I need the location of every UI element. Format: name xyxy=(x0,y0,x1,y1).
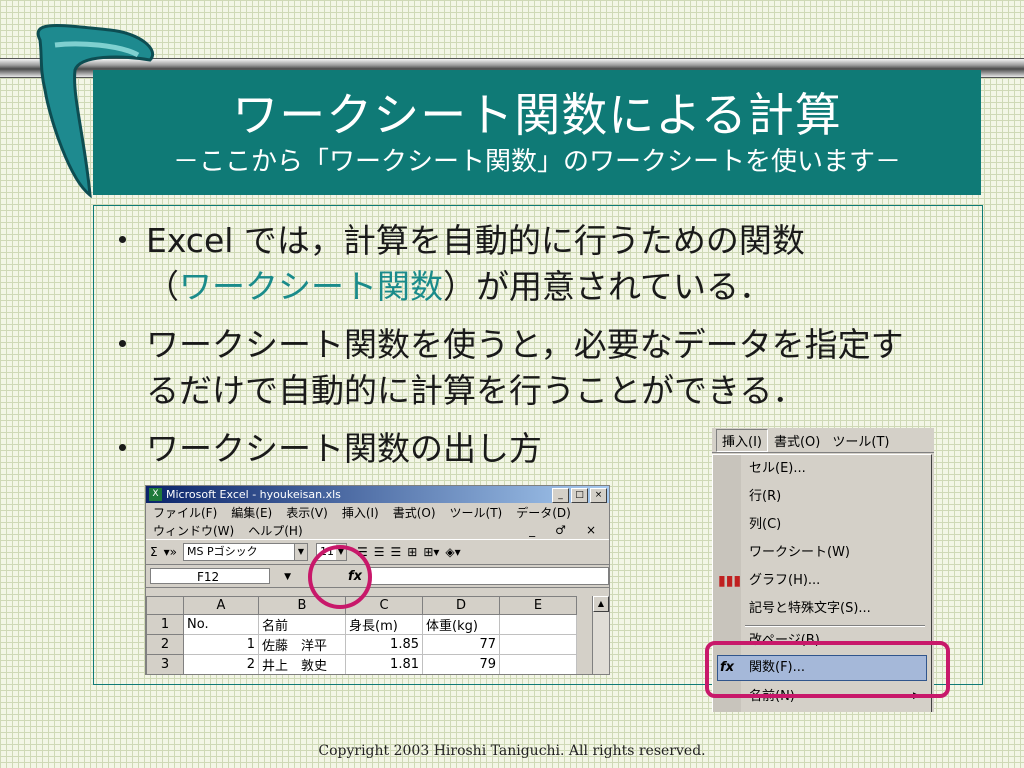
vertical-scrollbar[interactable]: ▲ xyxy=(592,596,609,674)
copyright-footer: Copyright 2003 Hiroshi Taniguchi. All ri… xyxy=(318,743,706,759)
chevron-down-icon[interactable]: ▾» xyxy=(164,545,177,559)
align-center-icon[interactable]: ☰ xyxy=(374,545,385,559)
menu-data[interactable]: データ(D) xyxy=(509,504,578,521)
excel-app-icon: X xyxy=(149,488,162,501)
cell[interactable]: 2 xyxy=(183,654,259,674)
scroll-up-icon[interactable]: ▲ xyxy=(593,596,609,612)
cell[interactable]: 79 xyxy=(422,654,500,674)
row-header[interactable]: 2 xyxy=(146,634,184,655)
menu-item-columns[interactable]: 列(C) xyxy=(749,513,781,537)
select-all-corner[interactable] xyxy=(146,596,184,615)
fill-color-icon[interactable]: ◈▾ xyxy=(445,545,460,559)
row-header[interactable]: 3 xyxy=(146,654,184,674)
cell[interactable]: 佐藤 洋平 xyxy=(258,634,346,655)
highlight-term: ワークシート関数 xyxy=(179,267,443,306)
insert-menubar: 挿入(I) 書式(O) ツール(T) xyxy=(712,428,934,453)
menu-view[interactable]: 表示(V) xyxy=(279,504,335,521)
menu-help[interactable]: ヘルプ(H) xyxy=(241,522,309,539)
table-row: 3 2 井上 敦史 1.81 79 xyxy=(146,654,577,674)
cell[interactable]: 1.81 xyxy=(345,654,423,674)
menu-tools[interactable]: ツール(T) xyxy=(443,504,510,521)
minimize-button[interactable]: _ xyxy=(552,488,569,503)
doc-minimize-button[interactable]: _ xyxy=(522,523,542,537)
formula-bar: F12 ▼ fx xyxy=(146,565,609,588)
cell[interactable]: No. xyxy=(183,614,259,635)
chart-icon: ▮▮▮ xyxy=(718,573,742,589)
cell[interactable]: 体重(kg) xyxy=(422,614,500,635)
formatting-toolbar: Σ ▾» MS Pゴシック ▼ 11 ▼ ☰ ☰ ☰ ⊞ ⊞▾ ◈▾ xyxy=(146,539,609,565)
formula-input[interactable] xyxy=(368,567,609,585)
menu-file[interactable]: ファイル(F) xyxy=(146,504,224,521)
cell[interactable]: 77 xyxy=(422,634,500,655)
slide-subtitle: －ここから「ワークシート関数」のワークシートを使います－ xyxy=(172,147,901,177)
menu-format[interactable]: 書式(O) xyxy=(386,504,443,521)
bullet-2-line2: るだけで自動的に計算を行うことができる． xyxy=(146,371,806,410)
cell[interactable]: 1.85 xyxy=(345,634,423,655)
table-row: 1 No. 名前 身長(m) 体重(kg) xyxy=(146,614,577,635)
bullet-3-line1: ワークシート関数の出し方 xyxy=(146,429,542,468)
cell[interactable]: 1 xyxy=(183,634,259,655)
menu-item-chart[interactable]: グラフ(H)... xyxy=(749,569,820,593)
maximize-button[interactable]: □ xyxy=(571,488,588,503)
excel-window: X Microsoft Excel - hyoukeisan.xls _ □ ×… xyxy=(145,485,610,675)
worksheet-grid: A B C D E 1 No. 名前 身長(m) 体重(kg) 2 1 佐藤 洋… xyxy=(146,596,577,674)
bullet-2-line1: ワークシート関数を使うと，必要なデータを指定す xyxy=(146,325,904,364)
menu-edit[interactable]: 編集(E) xyxy=(224,504,279,521)
function-highlight-box xyxy=(705,641,950,698)
doc-close-button[interactable]: × xyxy=(579,523,603,537)
autosum-icon[interactable]: Σ xyxy=(150,545,158,559)
bullet-mark: ・ xyxy=(106,325,139,364)
menu-item-cells[interactable]: セル(E)... xyxy=(749,457,806,481)
menu-item-worksheet[interactable]: ワークシート(W) xyxy=(749,541,850,565)
menu-item-rows[interactable]: 行(R) xyxy=(749,485,781,509)
bullet-1-line1: Excel では，計算を自動的に行うための関数 xyxy=(146,221,805,260)
fx-highlight-circle xyxy=(308,545,372,609)
row-header[interactable]: 1 xyxy=(146,614,184,635)
font-name-select[interactable]: MS Pゴシック ▼ xyxy=(182,543,308,561)
doc-restore-button[interactable]: ♂ xyxy=(548,523,573,537)
cell[interactable] xyxy=(499,614,577,635)
column-header[interactable]: E xyxy=(499,596,577,615)
bullet-mark: ・ xyxy=(106,429,139,468)
menu-insert[interactable]: 挿入(I) xyxy=(335,504,386,521)
bullet-1-line2: （ワークシート関数）が用意されている． xyxy=(146,267,773,306)
menu-separator xyxy=(745,625,925,627)
cell[interactable] xyxy=(499,654,577,674)
menu-tools[interactable]: ツール(T) xyxy=(826,431,895,450)
merge-center-icon[interactable]: ⊞ xyxy=(407,545,417,559)
cell[interactable] xyxy=(499,634,577,655)
borders-icon[interactable]: ⊞▾ xyxy=(423,545,439,559)
cell[interactable]: 身長(m) xyxy=(345,614,423,635)
name-box[interactable]: F12 ▼ xyxy=(150,568,291,584)
column-header[interactable]: A xyxy=(183,596,259,615)
cell[interactable]: 井上 敦史 xyxy=(258,654,346,674)
menu-format[interactable]: 書式(O) xyxy=(768,431,826,450)
menu-window[interactable]: ウィンドウ(W) xyxy=(146,522,241,539)
title-banner: ワークシート関数による計算 －ここから「ワークシート関数」のワークシートを使いま… xyxy=(93,70,981,195)
slide-title: ワークシート関数による計算 xyxy=(232,88,842,142)
excel-window-title: Microsoft Excel - hyoukeisan.xls xyxy=(166,488,341,501)
column-header[interactable]: D xyxy=(422,596,500,615)
align-right-icon[interactable]: ☰ xyxy=(391,545,402,559)
bullet-mark: ・ xyxy=(106,221,139,260)
excel-title-bar: X Microsoft Excel - hyoukeisan.xls _ □ × xyxy=(146,486,609,503)
menu-item-symbol[interactable]: 記号と特殊文字(S)... xyxy=(749,597,871,621)
cell[interactable]: 名前 xyxy=(258,614,346,635)
close-button[interactable]: × xyxy=(590,488,607,503)
table-row: 2 1 佐藤 洋平 1.85 77 xyxy=(146,634,577,655)
menu-insert-active[interactable]: 挿入(I) xyxy=(716,428,768,452)
excel-menubar-2: ウィンドウ(W) ヘルプ(H) _ ♂ × xyxy=(146,522,609,539)
excel-menubar: ファイル(F) 編集(E) 表示(V) 挿入(I) 書式(O) ツール(T) デ… xyxy=(146,503,609,522)
